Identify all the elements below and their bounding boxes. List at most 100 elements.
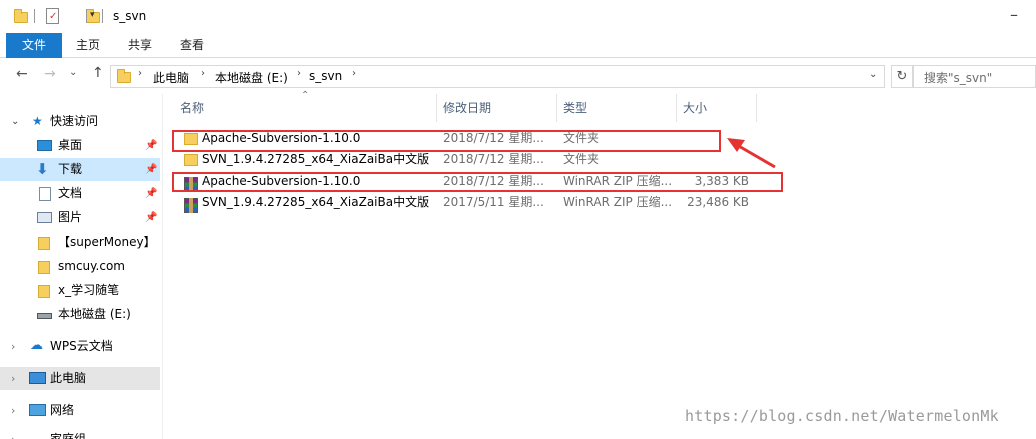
nav-label: x_学习随笔 [58,283,120,297]
nav-item-supermoney[interactable]: 【superMoney】 [0,231,160,254]
nav-label: 家庭组 [50,432,87,439]
nav-item-downloads[interactable]: ⬇ 下载 📌 [0,158,160,181]
column-header-date[interactable]: 修改日期 [437,94,557,122]
ribbon-tabs: 文件 主页 共享 查看 [0,33,1036,58]
chevron-down-icon[interactable]: ⌄ [11,110,19,133]
nav-label: 文档 [58,186,83,200]
nav-label: 此电脑 [50,371,87,385]
back-arrow-icon[interactable]: ← [16,66,28,82]
column-header-size[interactable]: 大小 [677,94,757,122]
window-title: s_svn [113,9,147,23]
nav-label: smcuy.com [58,259,125,273]
chevron-right-icon[interactable]: › [11,399,15,422]
title-bar: ✓ ▾ s_svn – [0,0,1036,33]
column-header-type[interactable]: 类型 [557,94,677,122]
search-placeholder: 搜索"s_svn" [924,71,993,85]
nav-item-study-notes[interactable]: x_学习随笔 [0,279,160,302]
nav-label: 【superMoney】 [58,235,156,249]
recent-locations-icon[interactable]: ⌄ [69,67,77,78]
folder-icon [38,261,50,274]
nav-homegroup[interactable]: › 家庭组 [0,428,160,439]
network-icon [29,404,46,416]
folder-icon [38,237,50,250]
nav-item-drive-e[interactable]: 本地磁盘 (E:) [0,303,160,326]
chevron-right-icon[interactable]: › [138,68,142,79]
nav-label: 桌面 [58,138,83,152]
file-row[interactable]: SVN_1.9.4.27285_x64_XiaZaiBa中文版 2018/7/1… [178,149,768,170]
nav-network[interactable]: › 网络 [0,399,160,422]
nav-quick-access[interactable]: ⌄ ★ 快速访问 [0,110,160,133]
nav-label: 下载 [58,162,83,176]
nav-item-smcuy[interactable]: smcuy.com [0,255,160,278]
tab-share[interactable]: 共享 [116,33,164,58]
forward-arrow-icon[interactable]: → [44,66,56,82]
separator [34,9,35,23]
chevron-right-icon[interactable]: › [297,68,301,79]
tab-view[interactable]: 查看 [168,33,216,58]
address-bar[interactable]: › 此电脑 › 本地磁盘 (E:) › s_svn › ⌄ [110,65,885,88]
tab-home[interactable]: 主页 [64,33,112,58]
file-row[interactable]: SVN_1.9.4.27285_x64_XiaZaiBa中文版 2017/5/1… [178,192,768,213]
breadcrumb-s-svn[interactable]: s_svn [309,69,342,83]
file-list: ⌃ 名称 修改日期 类型 大小 Apache-Subversion-1.10.0… [163,90,1036,439]
file-type: 文件夹 [563,152,600,166]
pin-icon[interactable]: 📌 [145,134,157,157]
column-header-name[interactable]: 名称 [174,94,437,122]
download-arrow-icon: ⬇ [36,160,49,178]
chevron-right-icon[interactable]: › [352,68,356,79]
tab-file[interactable]: 文件 [6,33,62,58]
watermark: https://blog.csdn.net/WatermelonMk [685,407,999,425]
minimize-icon[interactable]: – [1010,5,1018,24]
winrar-zip-icon [184,198,198,213]
properties-icon[interactable]: ✓ [46,8,59,24]
highlight-box [172,130,721,152]
nav-label: 本地磁盘 (E:) [58,307,131,321]
chevron-down-icon[interactable]: ⌄ [869,69,877,80]
nav-label: 图片 [58,210,83,224]
star-icon: ★ [32,114,43,128]
pin-icon[interactable]: 📌 [145,182,157,205]
file-date: 2017/5/11 星期... [443,195,544,209]
drive-icon [37,313,52,319]
folder-icon[interactable] [14,9,28,23]
pin-icon[interactable]: 📌 [145,206,157,229]
file-name: SVN_1.9.4.27285_x64_XiaZaiBa中文版 [202,152,430,166]
customize-toolbar-icon[interactable]: ▾ [90,10,95,20]
document-icon [39,187,51,201]
folder-icon [38,285,50,298]
nav-this-pc[interactable]: › 此电脑 [0,367,160,390]
desktop-icon [37,140,52,151]
chevron-right-icon[interactable]: › [11,367,15,390]
pin-icon[interactable]: 📌 [145,158,157,181]
chevron-right-icon[interactable]: › [11,335,15,358]
up-arrow-icon[interactable]: ↑ [92,65,104,81]
nav-label: 网络 [50,403,75,417]
breadcrumb-this-pc[interactable]: 此电脑 [153,69,189,86]
breadcrumb-drive-e[interactable]: 本地磁盘 (E:) [215,69,288,86]
nav-wps-cloud[interactable]: › ☁ WPS云文档 [0,335,160,358]
nav-label: 快速访问 [50,114,99,128]
file-date: 2018/7/12 星期... [443,152,544,166]
file-name: SVN_1.9.4.27285_x64_XiaZaiBa中文版 [202,195,430,209]
picture-icon [37,212,52,223]
file-size: 23,486 KB [687,195,749,209]
refresh-icon[interactable]: ↻ [891,65,913,88]
nav-label: WPS云文档 [50,339,113,353]
highlight-box [172,172,783,192]
computer-icon [29,372,46,384]
file-type: WinRAR ZIP 压缩... [563,195,673,209]
annotation-arrow-icon [727,138,776,169]
folder-icon [184,154,198,166]
folder-icon [117,69,131,83]
cloud-icon: ☁ [30,338,43,353]
nav-item-desktop[interactable]: 桌面 📌 [0,134,160,157]
nav-item-pictures[interactable]: 图片 📌 [0,206,160,229]
separator [86,9,87,23]
chevron-right-icon[interactable]: › [11,428,15,439]
nav-item-documents[interactable]: 文档 📌 [0,182,160,205]
navigation-pane: ⌄ ★ 快速访问 桌面 📌 ⬇ 下载 📌 文档 📌 图片 📌 【superMon… [0,94,163,439]
navigation-bar: ← → ⌄ ↑ › 此电脑 › 本地磁盘 (E:) › s_svn › ⌄ ↻ … [0,58,1036,94]
chevron-right-icon[interactable]: › [201,68,205,79]
search-input[interactable]: 搜索"s_svn" [913,65,1036,88]
separator [102,9,103,23]
